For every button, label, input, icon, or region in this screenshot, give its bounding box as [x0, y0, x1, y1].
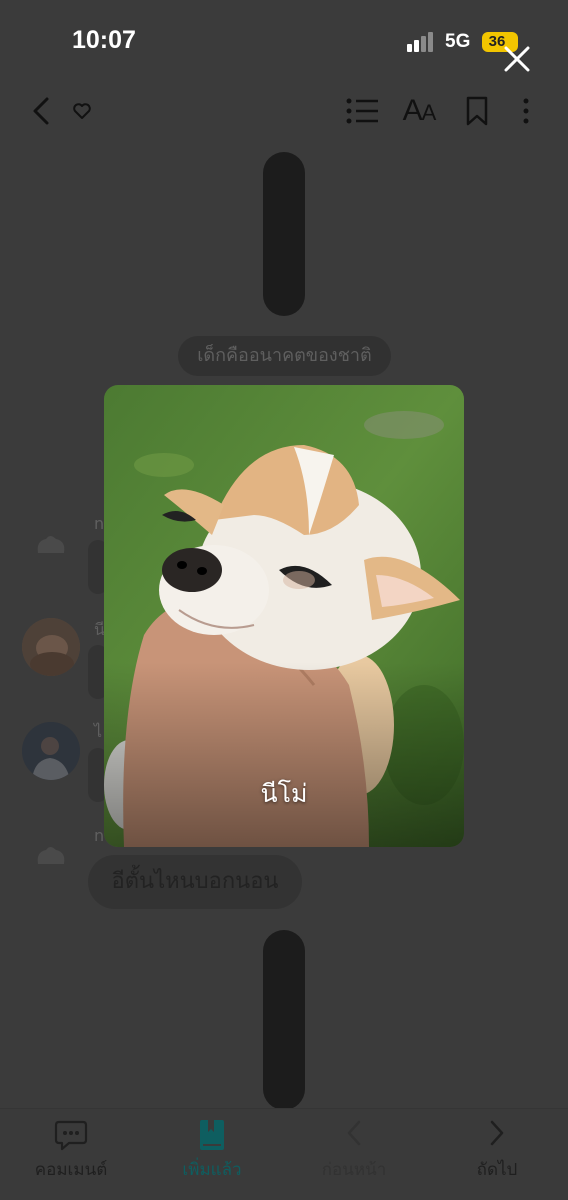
- nav-previous[interactable]: ก่อนหน้า: [294, 1109, 414, 1200]
- bookmark-button[interactable]: [462, 86, 492, 136]
- more-options-button[interactable]: [516, 86, 536, 136]
- list-icon: [346, 98, 378, 124]
- chevron-right-icon: [437, 1119, 557, 1153]
- ghost-icon: [37, 847, 65, 864]
- nav-added-library[interactable]: เพิ่มแล้ว: [152, 1109, 272, 1200]
- nav-next-label: ถัดไป: [476, 1160, 518, 1180]
- chat-bubble-message: อีตั้นไหนบอกนอน: [88, 855, 302, 909]
- sender-name: ไ: [94, 722, 103, 741]
- chevron-left-icon: [33, 97, 49, 125]
- network-type: 5G: [445, 31, 471, 52]
- comment-icon: [11, 1119, 131, 1153]
- cellular-signal-icon: [407, 32, 437, 52]
- episode-list-button[interactable]: [344, 86, 380, 136]
- close-icon[interactable]: [500, 42, 534, 76]
- avatar-image: [22, 618, 80, 676]
- reader-toolbar: AA: [0, 86, 568, 136]
- avatar-user: [22, 722, 80, 780]
- bookmark-icon: [466, 96, 488, 126]
- book-icon: [152, 1119, 272, 1153]
- scroll-indicator-top: [263, 152, 305, 316]
- chapter-title-pill: เด็กคืออนาคตของชาติ: [178, 336, 391, 376]
- nav-added-label: เพิ่มแล้ว: [182, 1160, 242, 1180]
- avatar-user: [22, 618, 80, 676]
- font-size-button[interactable]: AA: [398, 86, 440, 136]
- avatar-ghost: [22, 826, 80, 884]
- ghost-icon: [37, 536, 65, 553]
- status-bar: 10:07 5G 36: [0, 0, 568, 80]
- back-button[interactable]: [26, 86, 56, 136]
- popup-caption: นีโม่: [260, 779, 308, 808]
- nav-comment[interactable]: คอมเมนต์: [11, 1109, 131, 1200]
- avatar-image: [22, 722, 80, 780]
- bottom-navigation: คอมเมนต์ เพิ่มแล้ว ก่อนหน้า ถัดไป: [0, 1108, 568, 1200]
- status-time: 10:07: [72, 26, 136, 54]
- sender-name: n: [94, 826, 105, 845]
- scroll-indicator-bottom: [263, 930, 305, 1110]
- chevron-left-icon: [294, 1119, 414, 1153]
- sender-name: n: [94, 514, 105, 533]
- font-size-icon: AA: [402, 94, 437, 127]
- heart-icon: [73, 103, 91, 119]
- avatar-ghost: [22, 515, 80, 573]
- favorite-button[interactable]: [70, 86, 94, 136]
- nav-comment-label: คอมเมนต์: [34, 1160, 108, 1180]
- more-vertical-icon: [523, 98, 529, 124]
- nav-previous-label: ก่อนหน้า: [321, 1160, 387, 1180]
- nav-next[interactable]: ถัดไป: [437, 1109, 557, 1200]
